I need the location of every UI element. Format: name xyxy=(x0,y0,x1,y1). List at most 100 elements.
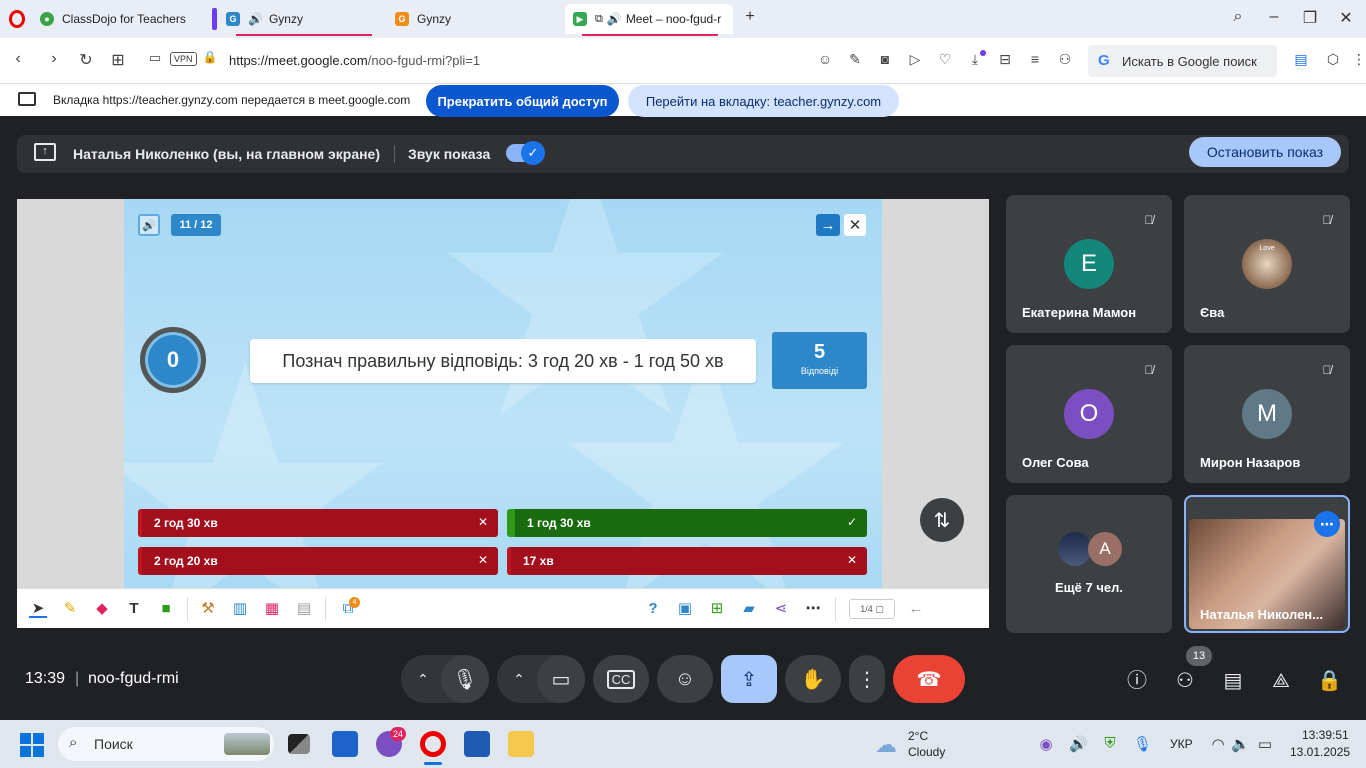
forward-icon[interactable]: › xyxy=(44,50,64,68)
menu-icon[interactable]: ⋮ xyxy=(1350,51,1366,68)
audio-options-chevron-icon[interactable]: ⌃ xyxy=(409,655,437,703)
tab-meet[interactable]: ▶ ⧉ 🔊 Meet – noo-fgud-r xyxy=(565,4,733,34)
url-field[interactable]: https://meet.google.com/noo-fgud-rmi?pli… xyxy=(229,53,480,68)
reload-icon[interactable]: ↻ xyxy=(76,50,96,70)
add-page-icon[interactable]: ⊞ xyxy=(708,600,726,618)
close-icon[interactable]: ✕ xyxy=(844,214,866,236)
more-options-icon[interactable]: ⋯ xyxy=(1314,511,1340,537)
host-controls-icon[interactable]: 🔒 xyxy=(1317,669,1342,693)
page-indicator[interactable]: 1/4 ▢ xyxy=(849,599,895,619)
search-tabs-icon[interactable]: ⌕ xyxy=(1226,8,1250,26)
player-icon[interactable]: ▷ xyxy=(906,51,924,68)
pointer-icon[interactable]: ➤ xyxy=(29,600,47,618)
battery-icon[interactable]: ▭ xyxy=(1256,735,1274,753)
google-search-field[interactable]: G Искать в Google поиск xyxy=(1088,45,1277,77)
language-indicator[interactable]: УКР xyxy=(1170,737,1193,751)
profile-icon[interactable]: ⚇ xyxy=(1056,51,1074,68)
participant-tile[interactable]: 🎙̸ M Мирон Назаров xyxy=(1184,345,1350,483)
more-options-button[interactable]: ⋮ xyxy=(849,655,885,703)
opera-icon[interactable] xyxy=(420,731,446,757)
next-arrow-icon[interactable]: → xyxy=(816,214,840,236)
text-icon[interactable]: T xyxy=(125,600,143,618)
chat-icon[interactable]: ▤ xyxy=(1221,669,1245,693)
opera-logo-icon[interactable] xyxy=(9,10,25,28)
people-icon[interactable]: ⚇ xyxy=(1173,669,1197,693)
easy-setup-icon[interactable]: ≡ xyxy=(1026,51,1044,67)
participant-tile[interactable]: 🎙̸ O Олег Сова xyxy=(1006,345,1172,483)
system-date[interactable]: 13.01.2025 xyxy=(1290,745,1350,759)
heart-icon[interactable]: ♡ xyxy=(936,51,954,68)
end-call-button[interactable]: ☎ xyxy=(893,655,965,703)
back-icon[interactable]: ‹ xyxy=(8,50,28,68)
answer-option[interactable]: 2 год 20 хв ✕ xyxy=(138,547,498,575)
taskbar-search[interactable]: ⌕ Поиск xyxy=(58,727,274,761)
tools-icon[interactable]: ⚒ xyxy=(199,600,217,618)
save-icon[interactable]: ▣ xyxy=(676,600,694,618)
library-icon[interactable]: ▥ xyxy=(231,600,249,618)
camera-icon[interactable]: ▭ xyxy=(145,50,165,66)
edit-icon[interactable]: ✎ xyxy=(846,51,864,68)
more-icon[interactable]: ⋯ xyxy=(804,600,822,618)
folder-icon[interactable]: ▰ xyxy=(740,600,758,618)
extensions-icon[interactable]: ⬡ xyxy=(1324,51,1342,68)
mic-button[interactable]: 🎙 xyxy=(441,655,489,703)
viber-tray-icon[interactable]: ◉ xyxy=(1037,735,1055,753)
participant-tile[interactable]: 🎙̸ E Екатерина Мамон xyxy=(1006,195,1172,333)
audio-tray-icon[interactable]: 🔊 xyxy=(1069,735,1088,753)
goto-tab-button[interactable]: Перейти на вкладку: teacher.gynzy.com xyxy=(628,85,899,117)
stop-presenting-button[interactable]: Остановить показ xyxy=(1189,137,1341,167)
move-arrows-icon[interactable]: ⇅ xyxy=(920,498,964,542)
participant-tile[interactable]: 🎙̸ Love Єва xyxy=(1184,195,1350,333)
tab-gynzy-2[interactable]: G Gynzy xyxy=(387,4,557,34)
windows-start-icon[interactable] xyxy=(20,733,44,757)
eraser-icon[interactable]: ◆ xyxy=(93,600,111,618)
store-icon[interactable] xyxy=(332,731,358,757)
file-explorer-icon[interactable] xyxy=(508,731,534,757)
answer-option[interactable]: 2 год 30 хв ✕ xyxy=(138,509,498,537)
shapes-icon[interactable]: ■ xyxy=(157,600,175,618)
stop-sharing-button[interactable]: Прекратить общий доступ xyxy=(426,85,619,117)
pencil-icon[interactable]: ✎ xyxy=(61,600,79,618)
speaker-icon[interactable]: 🔊 xyxy=(138,214,160,236)
task-view-icon[interactable] xyxy=(288,734,310,754)
system-time[interactable]: 13:39:51 xyxy=(1302,728,1349,742)
vpn-badge[interactable]: VPN xyxy=(170,52,197,66)
present-now-button[interactable]: ⇪ xyxy=(721,655,777,703)
help-icon[interactable]: ? xyxy=(644,600,662,618)
answer-option[interactable]: 17 хв ✕ xyxy=(507,547,867,575)
more-participants-tile[interactable]: A Ещё 7 чел. xyxy=(1006,495,1172,633)
captions-button[interactable]: CC xyxy=(593,655,649,703)
new-tab-icon[interactable]: + xyxy=(738,8,762,26)
word-icon[interactable] xyxy=(464,731,490,757)
video-options-chevron-icon[interactable]: ⌃ xyxy=(505,655,533,703)
wifi-icon[interactable]: ◠ xyxy=(1209,735,1227,753)
activities-icon[interactable]: ⟁ xyxy=(1269,669,1293,693)
snapshot-icon[interactable]: ◙ xyxy=(876,51,894,67)
share-sound-toggle[interactable]: ✓ xyxy=(506,141,545,165)
emoji-icon[interactable]: ☺ xyxy=(816,51,834,67)
weather-condition[interactable]: Cloudy xyxy=(908,745,945,759)
weather-temperature[interactable]: 2°C xyxy=(908,729,928,743)
raise-hand-button[interactable]: ✋ xyxy=(785,655,841,703)
widgets-icon[interactable]: ▦ xyxy=(263,600,281,618)
layers-icon[interactable]: ▤ xyxy=(295,600,313,618)
minimize-icon[interactable]: – xyxy=(1262,8,1286,26)
prev-page-icon[interactable]: ← xyxy=(907,600,925,618)
tab-classdojo[interactable]: ● ClassDojo for Teachers xyxy=(32,4,207,34)
microphone-tray-icon[interactable]: 🎙 xyxy=(1133,735,1152,753)
close-window-icon[interactable]: ✕ xyxy=(1334,8,1358,28)
restore-icon[interactable]: ❐ xyxy=(1298,8,1322,28)
reactions-button[interactable]: ☺ xyxy=(657,655,713,703)
lock-icon[interactable]: 🔒 xyxy=(200,50,220,64)
share-icon[interactable]: ⋖ xyxy=(772,600,790,618)
answer-option[interactable]: 1 год 30 хв ✓ xyxy=(507,509,867,537)
tab-gynzy-1[interactable]: G 🔊 Gynzy xyxy=(218,4,378,34)
volume-icon[interactable]: 🔈 xyxy=(1231,735,1250,753)
sidebar-icon[interactable]: ▤ xyxy=(1292,51,1310,68)
security-tray-icon[interactable]: ⛨ xyxy=(1101,735,1119,752)
info-icon[interactable]: ⓘ xyxy=(1125,669,1149,693)
camera-button[interactable]: ▭ xyxy=(537,655,585,703)
self-video-tile[interactable]: ⋯ Наталья Николен... xyxy=(1184,495,1350,633)
battery-saver-icon[interactable]: ⊟ xyxy=(996,51,1014,68)
speed-dial-icon[interactable]: ⊞ xyxy=(108,50,128,70)
